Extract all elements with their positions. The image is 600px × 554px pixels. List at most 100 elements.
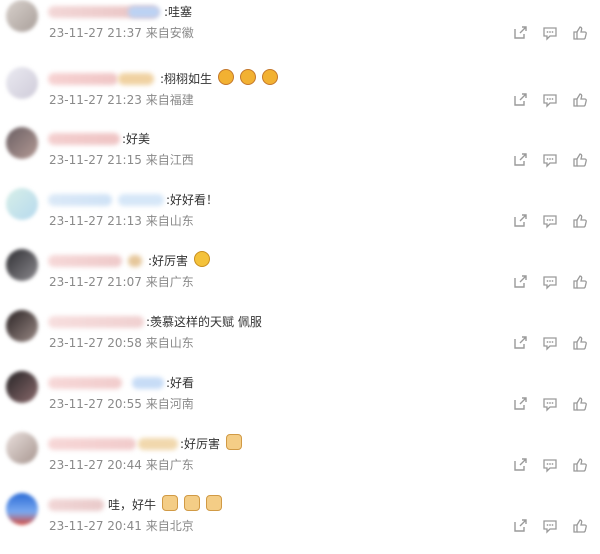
- laughing-emoji-icon: [261, 69, 278, 85]
- comment-icon[interactable]: [542, 274, 558, 290]
- comment-text: :好厉害: [148, 254, 189, 268]
- comment-text: :好好看！: [166, 193, 219, 207]
- comment-content: :好好看！: [166, 190, 218, 210]
- comment-content: 哇，好牛: [108, 495, 222, 515]
- comment-icon[interactable]: [542, 25, 558, 41]
- comment-icon[interactable]: [542, 457, 558, 473]
- avatar[interactable]: [6, 188, 38, 220]
- share-icon[interactable]: [512, 396, 528, 412]
- comment-meta: 23-11-27 21:37 来自安徽: [49, 24, 194, 42]
- username-blurred[interactable]: [48, 316, 144, 328]
- comment-content: :栩栩如生: [160, 69, 278, 89]
- comment-content: :好厉害: [180, 434, 242, 454]
- share-icon[interactable]: [512, 274, 528, 290]
- thumb-up-icon[interactable]: [572, 25, 588, 41]
- comment-icon[interactable]: [542, 518, 558, 534]
- comment-actions: [510, 92, 590, 110]
- avatar[interactable]: [6, 249, 38, 281]
- comment-actions: [510, 152, 590, 170]
- share-icon[interactable]: [512, 152, 528, 168]
- username-blurred[interactable]: [48, 194, 112, 206]
- thumb-up-icon[interactable]: [572, 457, 588, 473]
- comment-meta: 23-11-27 21:13 来自山东: [49, 212, 194, 230]
- comment-icon[interactable]: [542, 396, 558, 412]
- comment-time: 23-11-27 21:37: [49, 26, 142, 40]
- avatar[interactable]: [6, 127, 38, 159]
- comment-text: :好看: [166, 376, 195, 390]
- comment-location: 来自山东: [145, 214, 194, 228]
- comment-meta: 23-11-27 21:15 来自江西: [49, 151, 194, 169]
- comment-content: :好美: [122, 129, 150, 149]
- thumb-up-icon[interactable]: [572, 92, 588, 108]
- comment-item: :好厉害 23-11-27 20:44 来自广东: [0, 432, 600, 493]
- thumb-up-icon[interactable]: [572, 152, 588, 168]
- comment-meta: 23-11-27 20:55 来自河南: [49, 395, 194, 413]
- comment-item: :好厉害 23-11-27 21:07 来自广东: [0, 249, 600, 310]
- comment-actions: [510, 396, 590, 414]
- comment-actions: [510, 274, 590, 292]
- comment-icon[interactable]: [542, 92, 558, 108]
- comment-icon[interactable]: [542, 152, 558, 168]
- share-icon[interactable]: [512, 25, 528, 41]
- comment-meta: 23-11-27 20:41 来自北京: [49, 517, 194, 535]
- comment-item: :栩栩如生 23-11-27 21:23 来自福建: [0, 67, 600, 128]
- comment-content: :好看: [166, 373, 194, 393]
- username-badge-blurred: [128, 255, 142, 267]
- thumb-up-icon[interactable]: [572, 335, 588, 351]
- avatar[interactable]: [6, 432, 38, 464]
- share-icon[interactable]: [512, 518, 528, 534]
- share-icon[interactable]: [512, 335, 528, 351]
- comment-location: 来自福建: [145, 93, 194, 107]
- avatar[interactable]: [6, 493, 38, 525]
- username-badge-blurred: [118, 73, 154, 85]
- comment-item: :好看 23-11-27 20:55 来自河南: [0, 371, 600, 432]
- avatar[interactable]: [6, 67, 38, 99]
- comment-icon[interactable]: [542, 213, 558, 229]
- username-blurred[interactable]: [48, 438, 136, 450]
- comment-text: 哇，好牛: [108, 498, 157, 512]
- thumbs-up-emoji-icon: [225, 434, 242, 450]
- comment-meta: 23-11-27 21:23 来自福建: [49, 91, 194, 109]
- comment-time: 23-11-27 20:41: [49, 519, 142, 533]
- comment-time: 23-11-27 20:44: [49, 458, 142, 472]
- avatar[interactable]: [6, 0, 38, 32]
- crying-emoji-icon: [193, 251, 210, 267]
- comment-location: 来自江西: [145, 153, 194, 167]
- comment-location: 来自山东: [145, 336, 194, 350]
- thumb-up-icon[interactable]: [572, 213, 588, 229]
- comment-text: :栩栩如生: [160, 72, 213, 86]
- thumb-up-icon[interactable]: [572, 274, 588, 290]
- username-blurred[interactable]: [48, 255, 122, 267]
- comment-content: :好厉害: [148, 251, 210, 271]
- share-icon[interactable]: [512, 92, 528, 108]
- comment-location: 来自安徽: [145, 26, 194, 40]
- comment-text: :好美: [122, 132, 151, 146]
- username-blurred[interactable]: [48, 377, 122, 389]
- username-badge-blurred: [138, 438, 178, 450]
- comment-item: :好美 23-11-27 21:15 来自江西: [0, 127, 600, 188]
- comment-location: 来自广东: [145, 458, 194, 472]
- username-badge-blurred: [118, 194, 164, 206]
- comment-text: :哇塞: [164, 5, 193, 19]
- share-icon[interactable]: [512, 457, 528, 473]
- share-icon[interactable]: [512, 213, 528, 229]
- comment-item: :羡慕这样的天赋 佩服 23-11-27 20:58 来自山东: [0, 310, 600, 371]
- comment-location: 来自北京: [145, 519, 194, 533]
- avatar[interactable]: [6, 371, 38, 403]
- laughing-emoji-icon: [217, 69, 234, 85]
- comment-content: :哇塞: [164, 2, 192, 22]
- username-blurred[interactable]: [48, 133, 120, 145]
- username-blurred[interactable]: [48, 73, 118, 85]
- comment-actions: [510, 518, 590, 536]
- comment-item: :好好看！ 23-11-27 21:13 来自山东: [0, 188, 600, 249]
- thumb-up-icon[interactable]: [572, 396, 588, 412]
- avatar[interactable]: [6, 310, 38, 342]
- thumbs-up-emoji-icon: [183, 495, 200, 511]
- comment-text: :羡慕这样的天赋 佩服: [146, 315, 262, 329]
- username-blurred[interactable]: [48, 499, 104, 511]
- thumb-up-icon[interactable]: [572, 518, 588, 534]
- comment-icon[interactable]: [542, 335, 558, 351]
- laughing-emoji-icon: [239, 69, 256, 85]
- thumbs-up-emoji-icon: [161, 495, 178, 511]
- comment-meta: 23-11-27 20:58 来自山东: [49, 334, 194, 352]
